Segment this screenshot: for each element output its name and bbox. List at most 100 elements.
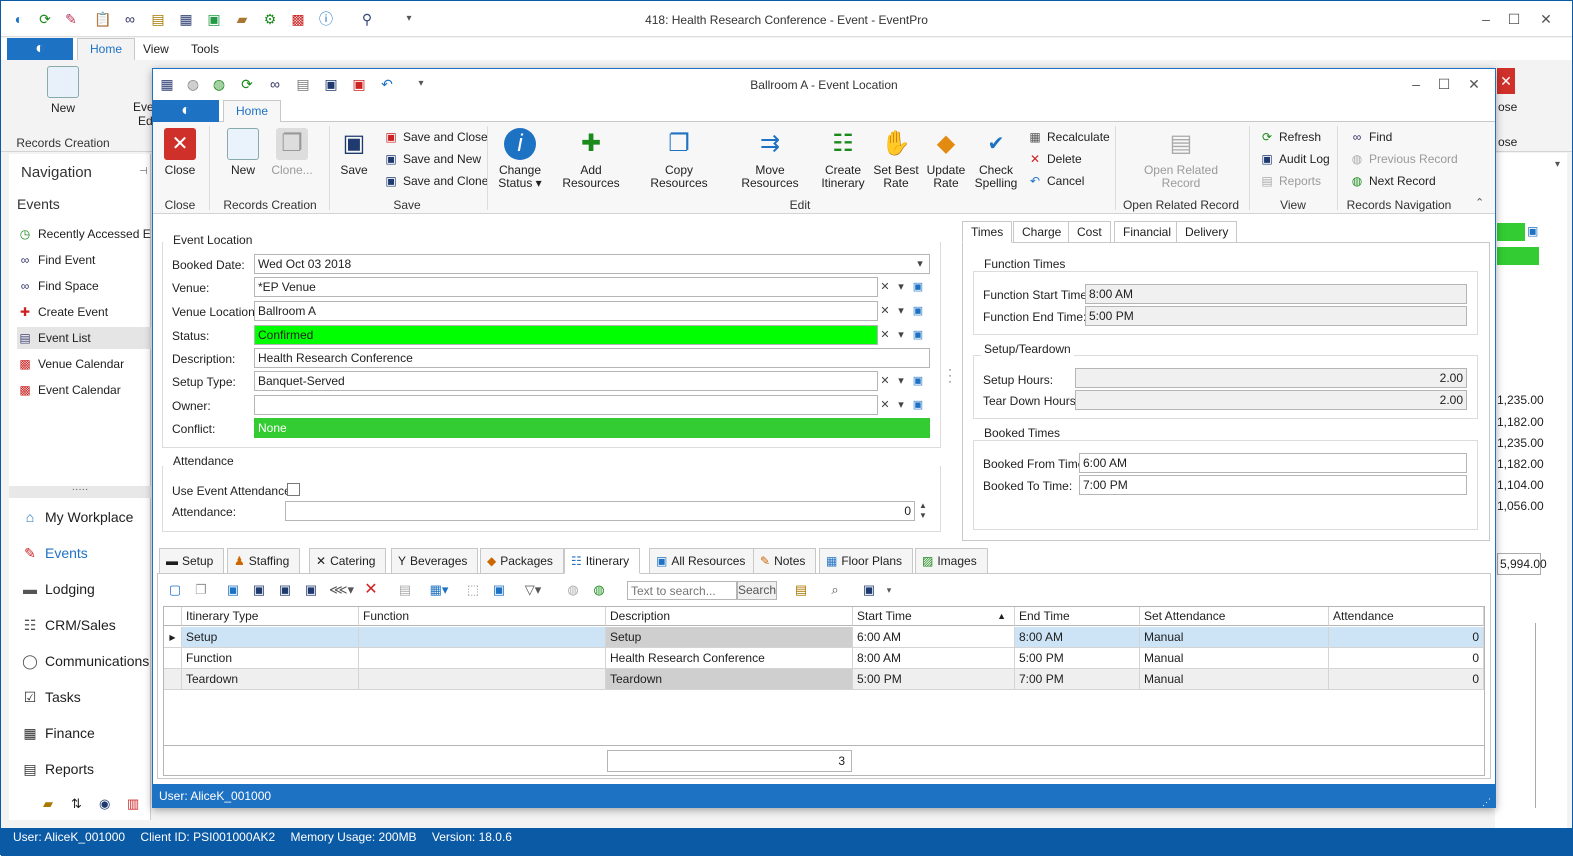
add-child-icon[interactable]: ▣ — [301, 581, 321, 599]
table-cell[interactable]: 0 — [1329, 669, 1484, 690]
lookup-icon[interactable]: ▣ — [910, 395, 926, 415]
chart-icon[interactable]: ▥ — [127, 796, 139, 812]
table-cell[interactable] — [359, 648, 606, 669]
clear-icon[interactable]: ✕ — [877, 325, 893, 345]
save-layout-icon[interactable]: ▣ — [859, 581, 879, 599]
nav-item-recently-accessed[interactable]: ◷Recently Accessed Events — [17, 223, 151, 245]
ws-communications[interactable]: ◯ Communications — [21, 648, 149, 674]
venue-location-field[interactable]: Ballroom A — [254, 301, 878, 321]
ws-finance[interactable]: ▦ Finance — [21, 720, 94, 746]
setup-hours-field[interactable]: 2.00 — [1075, 368, 1467, 388]
new-button[interactable]: New — [225, 128, 261, 177]
nav-item-create-event[interactable]: ✚ Create Event — [17, 301, 151, 323]
check-spelling-button[interactable]: ✔ Check Spelling — [973, 128, 1019, 190]
owner-field[interactable] — [254, 395, 878, 415]
tab-beverages[interactable]: Y Beverages — [391, 548, 479, 574]
chevron-down-icon[interactable]: ▾ — [912, 254, 928, 274]
chevron-down-icon[interactable]: ▾ — [893, 277, 909, 297]
filter-icon[interactable]: ▽▾ — [523, 581, 543, 599]
edit-row-icon[interactable]: ▣ — [275, 581, 295, 599]
booked-from-field[interactable]: 6:00 AM — [1079, 453, 1467, 473]
tab-all-resources[interactable]: ▣ All Resources — [649, 548, 757, 574]
table-cell[interactable]: Manual — [1140, 648, 1329, 669]
expand-icon[interactable]: ⬚ — [463, 581, 483, 599]
add-icon[interactable]: ▣ — [223, 581, 243, 599]
change-status-button[interactable]: i Change Status ▾ — [497, 128, 543, 190]
lookup-icon[interactable]: ▣ — [910, 325, 926, 345]
table-cell[interactable]: 8:00 AM — [853, 648, 1015, 669]
table-cell[interactable] — [359, 627, 606, 648]
delete-row-icon[interactable]: ✕ — [361, 581, 381, 599]
tab-view[interactable]: View — [143, 42, 169, 56]
table-cell[interactable]: Setup — [606, 627, 853, 648]
setup-type-field[interactable]: Banquet-Served — [254, 371, 878, 391]
chevron-down-icon[interactable]: ▾ — [893, 325, 909, 345]
col-end-time[interactable]: End Time — [1015, 607, 1140, 626]
chevron-down-icon[interactable]: ▾ — [893, 371, 909, 391]
table-cell[interactable]: Function — [182, 648, 359, 669]
status-field[interactable]: Confirmed — [254, 325, 878, 345]
share-icon[interactable]: ⋘▾ — [329, 581, 354, 599]
tab-setup[interactable]: ▬ Setup — [159, 548, 225, 574]
inner-maximize-button[interactable]: ☐ — [1429, 74, 1459, 94]
outer-close-icon[interactable]: ✕ — [1497, 68, 1515, 94]
clear-icon[interactable]: ✕ — [877, 301, 893, 321]
table-cell[interactable]: 5:00 PM — [853, 669, 1015, 690]
close-button[interactable]: ✕ — [1531, 9, 1561, 29]
reports-button[interactable]: ▤ Reports — [1259, 171, 1321, 191]
col-function[interactable]: Function — [359, 607, 606, 626]
tab-staffing[interactable]: ♟ Staffing — [227, 548, 301, 574]
function-end-field[interactable]: 5:00 PM — [1085, 306, 1467, 326]
col-set-attendance[interactable]: Set Attendance — [1140, 607, 1329, 626]
clone-button[interactable]: ❐ Clone... — [267, 128, 317, 177]
resize-grip-icon[interactable]: ⋰ — [1482, 796, 1491, 808]
splitter-handle[interactable]: ····· — [9, 485, 151, 498]
col-attendance[interactable]: Attendance — [1329, 607, 1484, 626]
audit-log-button[interactable]: ▣ Audit Log — [1259, 149, 1329, 169]
insert-icon[interactable]: ▣ — [249, 581, 269, 599]
ws-lodging[interactable]: ▬ Lodging — [21, 576, 95, 602]
tab-catering[interactable]: ✕ Catering — [309, 548, 387, 574]
pin-icon[interactable]: ⊣ — [139, 166, 148, 177]
delete-button[interactable]: ✕ Delete — [1027, 149, 1082, 169]
tab-floor-plans[interactable]: ▦ Floor Plans — [819, 548, 914, 574]
attendance-field[interactable]: 0 — [285, 501, 915, 521]
search-input[interactable] — [627, 581, 737, 600]
lookup-icon[interactable]: ▣ — [910, 371, 926, 391]
set-best-rate-button[interactable]: ✋ Set Best Rate — [873, 128, 919, 190]
table-cell[interactable] — [359, 669, 606, 690]
tab-images[interactable]: ▨ Images — [915, 548, 988, 574]
table-cell[interactable]: 8:00 AM — [1015, 627, 1140, 648]
tab-financial[interactable]: Financial — [1114, 221, 1181, 243]
clear-icon[interactable]: ✕ — [877, 371, 893, 391]
lodging-small-icon[interactable]: ▰ — [43, 796, 53, 812]
previous-record-button[interactable]: ◍ Previous Record — [1349, 149, 1458, 169]
copy-resources-button[interactable]: ❐ Copy Resources — [637, 128, 721, 190]
chevron-down-icon[interactable]: ▾ — [893, 395, 909, 415]
inner-close-button[interactable]: ✕ — [1459, 74, 1489, 94]
nav-item-event-list[interactable]: ▤ Event List — [17, 327, 151, 349]
col-itinerary-type[interactable]: Itinerary Type — [182, 607, 359, 626]
booked-date-field[interactable]: Wed Oct 03 2018 — [254, 254, 930, 274]
minimize-button[interactable]: – — [1471, 9, 1501, 29]
collapse-rows-icon[interactable]: ▣ — [489, 581, 509, 599]
update-rate-button[interactable]: ◆ Update Rate — [925, 128, 967, 190]
tab-notes[interactable]: ✎ Notes — [753, 548, 817, 574]
save-button[interactable]: ▣ Save — [337, 128, 371, 177]
clear-icon[interactable]: ✕ — [877, 395, 893, 415]
splitter-dots[interactable]: · · · — [948, 363, 952, 387]
table-cell[interactable]: 6:00 AM — [853, 627, 1015, 648]
table-cell[interactable]: 0 — [1329, 627, 1484, 648]
find-button[interactable]: ∞ Find — [1349, 127, 1393, 147]
close-record-button[interactable]: ✕ Close — [161, 128, 199, 177]
save-and-clone-button[interactable]: ▣ Save and Clone — [383, 171, 488, 191]
next-icon[interactable]: ◍ — [589, 581, 609, 599]
use-event-attendance-checkbox[interactable] — [287, 483, 300, 496]
table-cell[interactable]: Health Research Conference — [606, 648, 853, 669]
save-and-close-button[interactable]: ▣ Save and Close — [383, 127, 487, 147]
lookup-icon[interactable]: ▣ — [910, 277, 926, 297]
nav-item-venue-calendar[interactable]: ▩ Venue Calendar — [17, 353, 151, 375]
tab-tools[interactable]: Tools — [191, 42, 219, 56]
nav-item-event-calendar[interactable]: ▩ Event Calendar — [17, 379, 151, 401]
booked-to-field[interactable]: 7:00 PM — [1079, 475, 1467, 495]
